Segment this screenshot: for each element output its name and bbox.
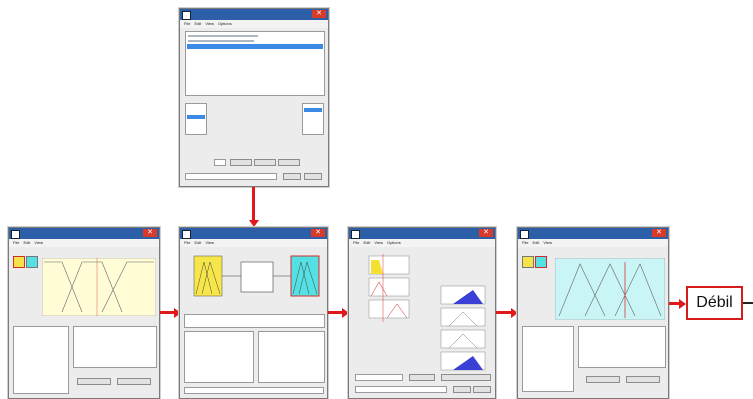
fis-diagram-menubar: File Edit View	[180, 239, 327, 247]
change-rule-button[interactable]	[278, 159, 300, 166]
rule-editor-window: ✕ File Edit View Options	[179, 8, 329, 187]
help-button[interactable]	[283, 173, 301, 180]
mf-plot-output	[555, 258, 665, 320]
menu-item-file[interactable]: File	[184, 21, 190, 26]
current-mf-panel	[578, 326, 666, 368]
fis-diagram-window: ✕ File Edit View	[179, 227, 328, 399]
mf-output-titlebar: ✕	[518, 228, 668, 239]
close-icon[interactable]: ✕	[652, 229, 666, 237]
fis-editor-window: ✕ File Edit View	[8, 227, 160, 399]
menu-item-view[interactable]: View	[543, 240, 552, 245]
move-buttons[interactable]	[441, 374, 491, 381]
help-button[interactable]	[77, 378, 111, 385]
input-field[interactable]	[355, 374, 403, 381]
menu-item-view[interactable]: View	[374, 240, 383, 245]
app-icon	[182, 11, 191, 20]
close-icon[interactable]: ✕	[311, 229, 325, 237]
rule-editor-titlebar: ✕	[180, 9, 328, 20]
flow-arrow-3	[496, 307, 518, 318]
fis-diagram-titlebar: ✕	[180, 228, 327, 239]
output-listbox[interactable]	[302, 103, 324, 135]
rule-viewer-window: ✕ File Edit View Options	[348, 227, 496, 399]
result-label: Débil	[686, 286, 743, 320]
rule-viewer-plots	[368, 254, 486, 371]
menu-item-file[interactable]: File	[353, 240, 359, 245]
flow-arrow-1	[160, 307, 181, 318]
flow-arrow-4	[669, 298, 686, 309]
close-button[interactable]	[626, 376, 660, 383]
menu-item-options[interactable]: Options	[387, 240, 401, 245]
menu-item-file[interactable]: File	[13, 240, 19, 245]
delete-rule-button[interactable]	[230, 159, 252, 166]
help-button[interactable]	[586, 376, 620, 383]
close-button[interactable]	[117, 378, 151, 385]
menu-item-view[interactable]: View	[34, 240, 43, 245]
menu-item-edit[interactable]: Edit	[532, 240, 539, 245]
fis-properties-panel	[184, 314, 325, 328]
fis-block-diagram	[193, 255, 320, 297]
app-icon	[182, 230, 191, 239]
result-connector	[743, 302, 753, 304]
app-icon	[520, 230, 529, 239]
add-rule-button[interactable]	[254, 159, 276, 166]
close-icon[interactable]: ✕	[479, 229, 493, 237]
flow-arrow-down	[248, 187, 259, 227]
menu-item-edit[interactable]: Edit	[194, 240, 201, 245]
app-icon	[11, 230, 20, 239]
menu-item-view[interactable]: View	[205, 21, 214, 26]
fis-methods-panel	[184, 331, 254, 383]
help-button[interactable]	[453, 386, 471, 393]
weight-field[interactable]	[214, 159, 226, 166]
menu-item-view[interactable]: View	[205, 240, 214, 245]
close-button[interactable]	[304, 173, 322, 180]
rule-editor-menubar: File Edit View Options	[180, 20, 328, 28]
variable-icon-yellow[interactable]	[13, 256, 25, 268]
menu-item-edit[interactable]: Edit	[194, 21, 201, 26]
close-icon[interactable]: ✕	[143, 229, 157, 237]
variable-icon-yellow[interactable]	[522, 256, 534, 268]
current-variable-panel	[258, 331, 325, 383]
status-bar	[184, 387, 324, 394]
fis-editor-titlebar: ✕	[9, 228, 159, 239]
mf-plot-input	[42, 258, 156, 316]
plot-points-button[interactable]	[409, 374, 435, 381]
menu-item-edit[interactable]: Edit	[23, 240, 30, 245]
app-icon	[351, 230, 360, 239]
variable-icon-cyan[interactable]	[535, 256, 547, 268]
menu-item-options[interactable]: Options	[218, 21, 232, 26]
menu-item-file[interactable]: File	[522, 240, 528, 245]
variable-icon-cyan[interactable]	[26, 256, 38, 268]
status-bar	[355, 386, 447, 393]
fis-editor-menubar: File Edit View	[9, 239, 159, 247]
mf-output-menubar: File Edit View	[518, 239, 668, 247]
rule-viewer-menubar: File Edit View Options	[349, 239, 495, 247]
menu-item-edit[interactable]: Edit	[363, 240, 370, 245]
current-variable-panel	[13, 326, 69, 394]
input-listbox[interactable]	[185, 103, 207, 135]
rule-list[interactable]	[185, 31, 325, 96]
close-button[interactable]	[473, 386, 491, 393]
current-mf-panel	[73, 326, 157, 368]
close-icon[interactable]: ✕	[312, 10, 326, 18]
rule-viewer-titlebar: ✕	[349, 228, 495, 239]
current-variable-panel	[522, 326, 574, 392]
menu-item-file[interactable]: File	[184, 240, 190, 245]
flow-arrow-2	[328, 307, 349, 318]
status-bar	[185, 173, 277, 180]
mf-editor-output-window: ✕ File Edit View	[517, 227, 669, 399]
